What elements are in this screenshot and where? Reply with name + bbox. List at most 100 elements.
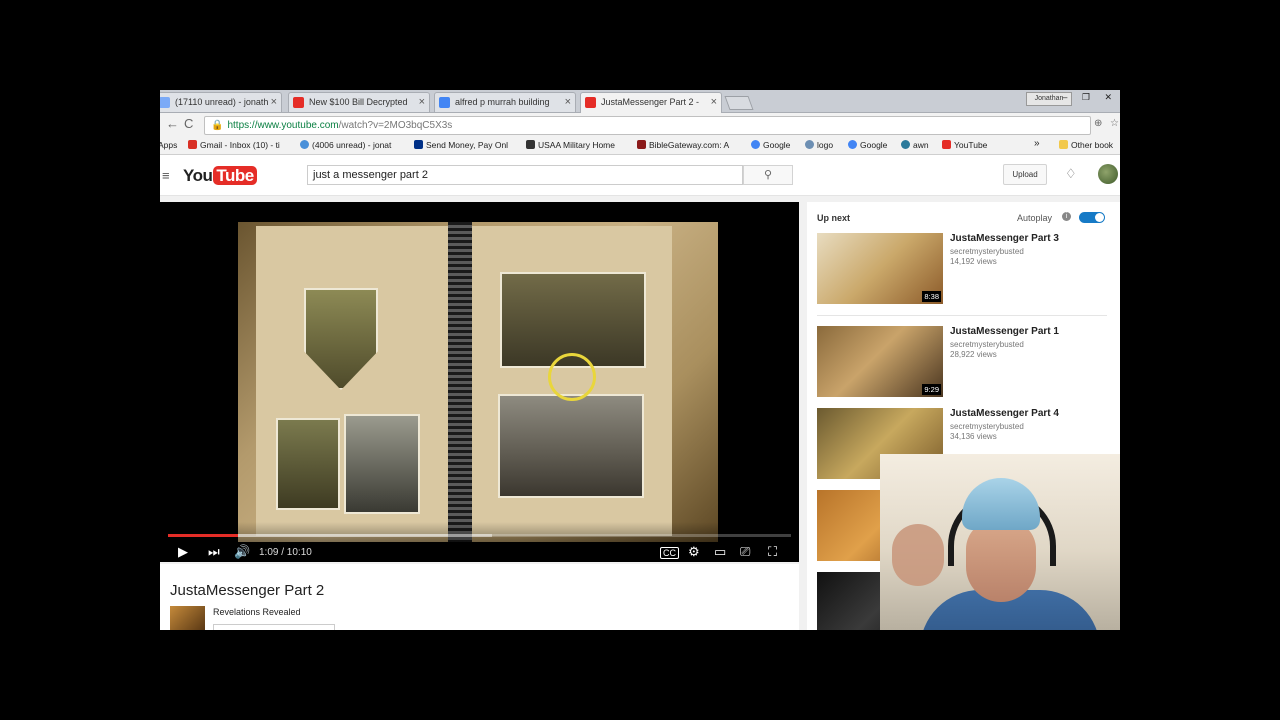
search-button[interactable]: ⚲: [743, 165, 793, 185]
new-tab-button[interactable]: [724, 96, 754, 110]
tab-label: New $100 Bill Decrypted: [309, 97, 408, 107]
info-icon[interactable]: i: [1062, 212, 1071, 221]
time-display: 1:09 / 10:10: [259, 547, 312, 558]
bookmark-label: Google: [860, 140, 888, 150]
bookmark-label: (4006 unread) - jonat: [312, 140, 392, 150]
video-thumbnail[interactable]: 8:38: [817, 233, 943, 304]
video-thumbnail[interactable]: 9:29: [817, 326, 943, 397]
youtube-logo[interactable]: You Tube: [183, 166, 257, 186]
bookmark-label: logo: [817, 140, 834, 150]
tab-label: JustaMessenger Part 2 -: [601, 97, 700, 107]
volume-icon[interactable]: 🔊: [234, 544, 250, 560]
bookmark-label: Apps: [160, 140, 178, 150]
video-frame: [238, 222, 718, 542]
video-player[interactable]: ▶ ⏭ 🔊 1:09 / 10:10 CC ⚙ ▭ ⎚ ⛶: [160, 202, 799, 562]
bookmark-label: YouTube: [954, 140, 988, 150]
up-next-heading: Up next: [817, 213, 851, 223]
usaa-icon: [526, 140, 535, 149]
menu-icon[interactable]: ≡: [162, 168, 170, 183]
settings-icon[interactable]: ⚙: [688, 544, 700, 560]
fullscreen-icon[interactable]: ⛶: [768, 544, 777, 560]
recommendation-title[interactable]: JustaMessenger Part 1: [950, 326, 1059, 337]
close-icon[interactable]: ×: [565, 93, 571, 112]
captions-icon[interactable]: CC: [660, 547, 679, 559]
recommendation-title[interactable]: JustaMessenger Part 4: [950, 408, 1059, 419]
google-icon: [751, 140, 760, 149]
bookmark-unread[interactable]: (4006 unread) - jonat: [300, 140, 391, 150]
folder-icon: [1059, 140, 1068, 149]
tab-strip: (17110 unread) - jonath × New $100 Bill …: [160, 90, 1120, 113]
cursor-highlight: [548, 353, 596, 401]
bookmark-usaa[interactable]: USAA Military Home: [526, 140, 615, 150]
recommendation-channel: secretmysterybusted: [950, 247, 1024, 256]
player-controls: ▶ ⏭ 🔊 1:09 / 10:10 CC ⚙ ▭ ⎚ ⛶: [160, 522, 799, 562]
bookmark-paypal[interactable]: Send Money, Pay Onl: [414, 140, 508, 150]
url-path: /watch?v=2MO3bqC5X3s: [338, 120, 453, 131]
autoplay-toggle[interactable]: [1079, 212, 1105, 223]
bookmark-youtube[interactable]: YouTube: [942, 140, 987, 150]
recommendation-title[interactable]: JustaMessenger Part 3: [950, 233, 1059, 244]
bookmark-gmail[interactable]: Gmail - Inbox (10) - ti: [188, 140, 280, 150]
bookmarks-overflow-icon[interactable]: »: [1034, 138, 1040, 149]
close-icon[interactable]: ×: [711, 93, 717, 112]
bookmark-apps[interactable]: Apps: [160, 140, 177, 150]
back-icon[interactable]: ←: [166, 116, 179, 131]
other-bookmarks[interactable]: Other book: [1059, 140, 1113, 150]
tab-active-video[interactable]: JustaMessenger Part 2 - ×: [580, 92, 722, 113]
extension-icon[interactable]: ⊕: [1094, 118, 1102, 129]
upload-button[interactable]: Upload: [1003, 164, 1047, 185]
bookmark-google-2[interactable]: Google: [848, 140, 887, 150]
tab-bill[interactable]: New $100 Bill Decrypted ×: [288, 92, 430, 112]
webcam-person-hand: [892, 524, 944, 586]
mail-icon: [160, 97, 170, 108]
youtube-header: ≡ You Tube just a messenger part 2 ⚲ Uplo…: [160, 155, 1120, 196]
url-host: https://www.youtube.com: [227, 120, 339, 131]
tab-gmail[interactable]: (17110 unread) - jonath ×: [160, 92, 282, 112]
bookmark-logo[interactable]: logo: [805, 140, 833, 150]
bookmark-label: Google: [763, 140, 791, 150]
play-icon[interactable]: ▶: [178, 544, 188, 560]
bookmark-label: Gmail - Inbox (10) - ti: [200, 140, 280, 150]
next-icon[interactable]: ⏭: [208, 544, 220, 560]
divider: [817, 315, 1107, 316]
mail-icon: [300, 140, 309, 149]
subscribe-button[interactable]: [213, 624, 335, 630]
bookmark-awn[interactable]: awn: [901, 140, 929, 150]
bill-image: [276, 418, 340, 510]
avatar[interactable]: [1098, 164, 1118, 184]
url-input[interactable]: 🔒 https://www.youtube.com/watch?v=2MO3bqC…: [204, 116, 1091, 135]
recommendation-views: 28,922 views: [950, 350, 997, 359]
tab-label: alfred p murrah building: [455, 97, 550, 107]
logo-text-you: You: [183, 166, 213, 185]
bell-icon[interactable]: ♢: [1065, 166, 1077, 182]
screen: (17110 unread) - jonath × New $100 Bill …: [160, 90, 1120, 630]
theater-icon[interactable]: ▭: [714, 544, 726, 560]
webcam-overlay: [880, 454, 1120, 630]
tab-label: (17110 unread) - jonath: [175, 97, 269, 107]
search-input[interactable]: just a messenger part 2: [307, 165, 743, 185]
reload-icon[interactable]: C: [184, 116, 193, 131]
book-icon: [637, 140, 646, 149]
window-controls[interactable]: ‒ ❐ ✕: [1062, 92, 1118, 103]
duration-badge: 8:38: [922, 291, 941, 302]
progress-bar[interactable]: [168, 534, 791, 537]
globe-icon: [805, 140, 814, 149]
channel-name[interactable]: Revelations Revealed: [213, 607, 301, 617]
close-icon[interactable]: ×: [419, 93, 425, 112]
webcam-person-beanie: [962, 478, 1040, 530]
youtube-icon: [585, 97, 596, 108]
globe-icon: [901, 140, 910, 149]
youtube-icon: [942, 140, 951, 149]
google-icon: [439, 97, 450, 108]
cast-icon[interactable]: ⎚: [740, 544, 750, 560]
tab-google-search[interactable]: alfred p murrah building ×: [434, 92, 576, 112]
video-title: JustaMessenger Part 2: [170, 582, 325, 599]
bookmark-label: USAA Military Home: [538, 140, 615, 150]
star-icon[interactable]: ☆: [1110, 118, 1119, 129]
bookmark-biblegateway[interactable]: BibleGateway.com: A: [637, 140, 729, 150]
channel-avatar[interactable]: [170, 606, 205, 630]
bookmark-google-1[interactable]: Google: [751, 140, 790, 150]
recommendation-views: 14,192 views: [950, 257, 997, 266]
google-icon: [848, 140, 857, 149]
close-icon[interactable]: ×: [271, 93, 277, 112]
